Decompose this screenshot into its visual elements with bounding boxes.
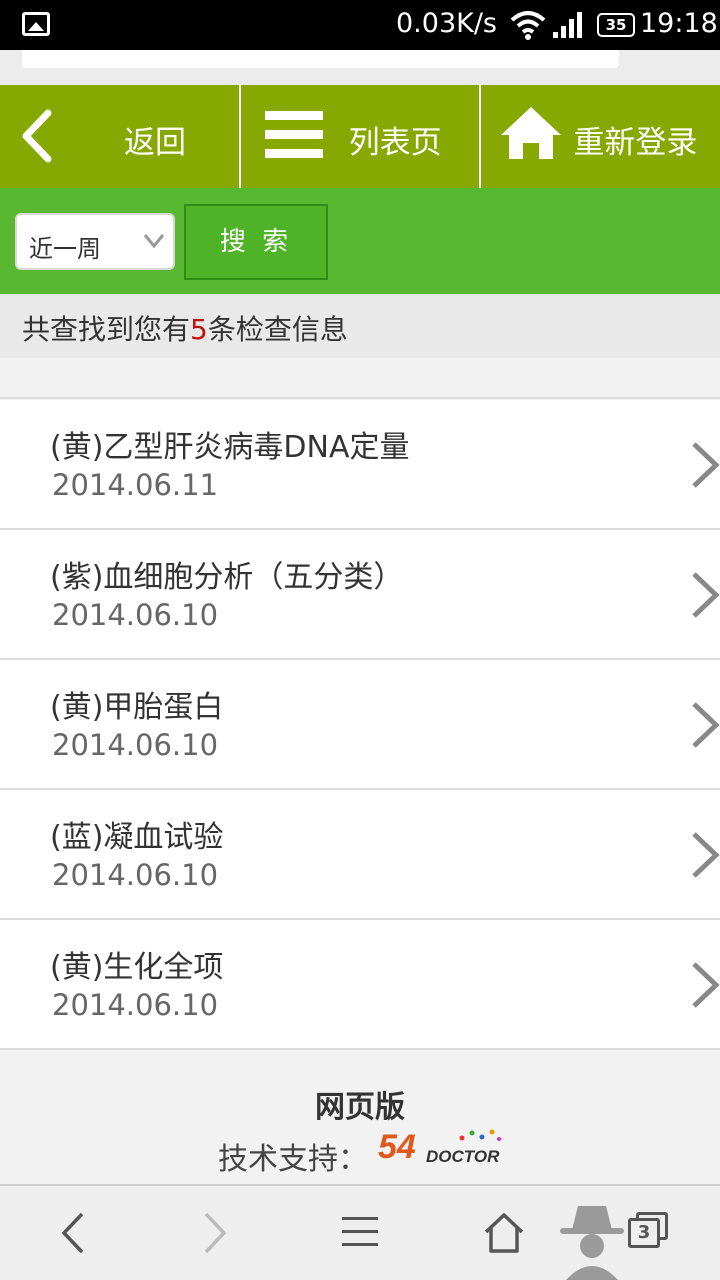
record-title: (蓝)凝血试验 <box>50 820 224 855</box>
record-date: 2014.06.10 <box>52 988 219 1022</box>
tech-support-label: 技术支持： <box>218 1142 368 1177</box>
record-date: 2014.06.10 <box>52 728 219 762</box>
summary-prefix: 共查找到您有 <box>22 313 191 346</box>
image-notification-icon <box>22 12 50 36</box>
browser-address-strip <box>0 50 720 85</box>
home-icon <box>501 107 562 159</box>
list-item[interactable]: (蓝)凝血试验 2014.06.10 <box>0 790 720 920</box>
record-date: 2014.06.10 <box>52 858 219 892</box>
network-speed: 0.03K/s <box>396 8 497 39</box>
summary-suffix: 条检查信息 <box>207 313 348 346</box>
back-label: 返回 <box>124 125 186 161</box>
chevron-right-icon <box>692 962 720 1008</box>
browser-forward-icon[interactable] <box>202 1210 230 1256</box>
relogin-button[interactable]: 重新登录 <box>481 85 720 188</box>
list-item[interactable]: (黄)甲胎蛋白 2014.06.10 <box>0 660 720 790</box>
list-page-button[interactable]: 列表页 <box>241 85 482 188</box>
relogin-label: 重新登录 <box>573 125 698 161</box>
chevron-right-icon <box>692 832 720 878</box>
result-count: 5 <box>190 313 208 346</box>
list-item[interactable]: (黄)生化全项 2014.06.10 <box>0 920 720 1050</box>
page-footer: 网页版 技术支持： 54 DOCTOR <box>0 1050 720 1184</box>
chevron-down-icon <box>143 234 165 249</box>
record-title: (黄)甲胎蛋白 <box>50 690 224 725</box>
back-button[interactable]: 返回 <box>0 85 241 188</box>
record-list: (黄)乙型肝炎病毒DNA定量 2014.06.11 (紫)血细胞分析（五分类） … <box>0 400 720 1050</box>
clock: 19:18 <box>640 8 718 39</box>
browser-home-icon[interactable] <box>482 1212 526 1254</box>
list-item[interactable]: (黄)乙型肝炎病毒DNA定量 2014.06.11 <box>0 400 720 530</box>
list-item[interactable]: (紫)血细胞分析（五分类） 2014.06.10 <box>0 530 720 660</box>
list-page-label: 列表页 <box>348 125 442 161</box>
browser-back-icon[interactable] <box>58 1210 86 1256</box>
search-button[interactable]: 搜 索 <box>184 204 328 280</box>
chevron-right-icon <box>692 702 720 748</box>
chevron-right-icon <box>692 442 720 488</box>
top-navigation: 返回 列表页 重新登录 <box>0 85 720 188</box>
incognito-icon <box>560 1206 624 1280</box>
chevron-right-icon <box>692 572 720 618</box>
divider <box>0 358 720 399</box>
54doctor-logo: 54 DOCTOR <box>378 1128 501 1166</box>
web-version-link[interactable]: 网页版 <box>0 1082 720 1126</box>
battery-icon: 35 <box>597 13 635 37</box>
search-bar: 近一周 搜 索 <box>0 188 720 294</box>
period-selected-value: 近一周 <box>29 235 101 263</box>
record-title: (黄)生化全项 <box>50 950 224 985</box>
browser-toolbar: 3 <box>0 1184 720 1280</box>
svg-text:DOCTOR: DOCTOR <box>426 1147 500 1166</box>
tab-count: 3 <box>628 1218 660 1248</box>
period-select[interactable]: 近一周 <box>15 213 175 270</box>
record-title: (黄)乙型肝炎病毒DNA定量 <box>50 430 410 465</box>
menu-list-icon <box>264 111 323 159</box>
record-date: 2014.06.11 <box>52 468 219 502</box>
back-arrow-icon <box>22 109 52 163</box>
signal-icon <box>553 12 582 38</box>
wifi-icon <box>510 11 546 40</box>
record-date: 2014.06.10 <box>52 598 219 632</box>
record-title: (紫)血细胞分析（五分类） <box>50 560 404 595</box>
svg-text:54: 54 <box>378 1128 416 1166</box>
address-bar[interactable] <box>22 50 619 68</box>
result-summary: 共查找到您有5条检查信息 <box>0 294 720 358</box>
status-bar: 0.03K/s 35 19:18 <box>0 0 720 50</box>
tabs-button[interactable]: 3 <box>628 1212 668 1248</box>
browser-menu-icon[interactable] <box>342 1216 378 1248</box>
